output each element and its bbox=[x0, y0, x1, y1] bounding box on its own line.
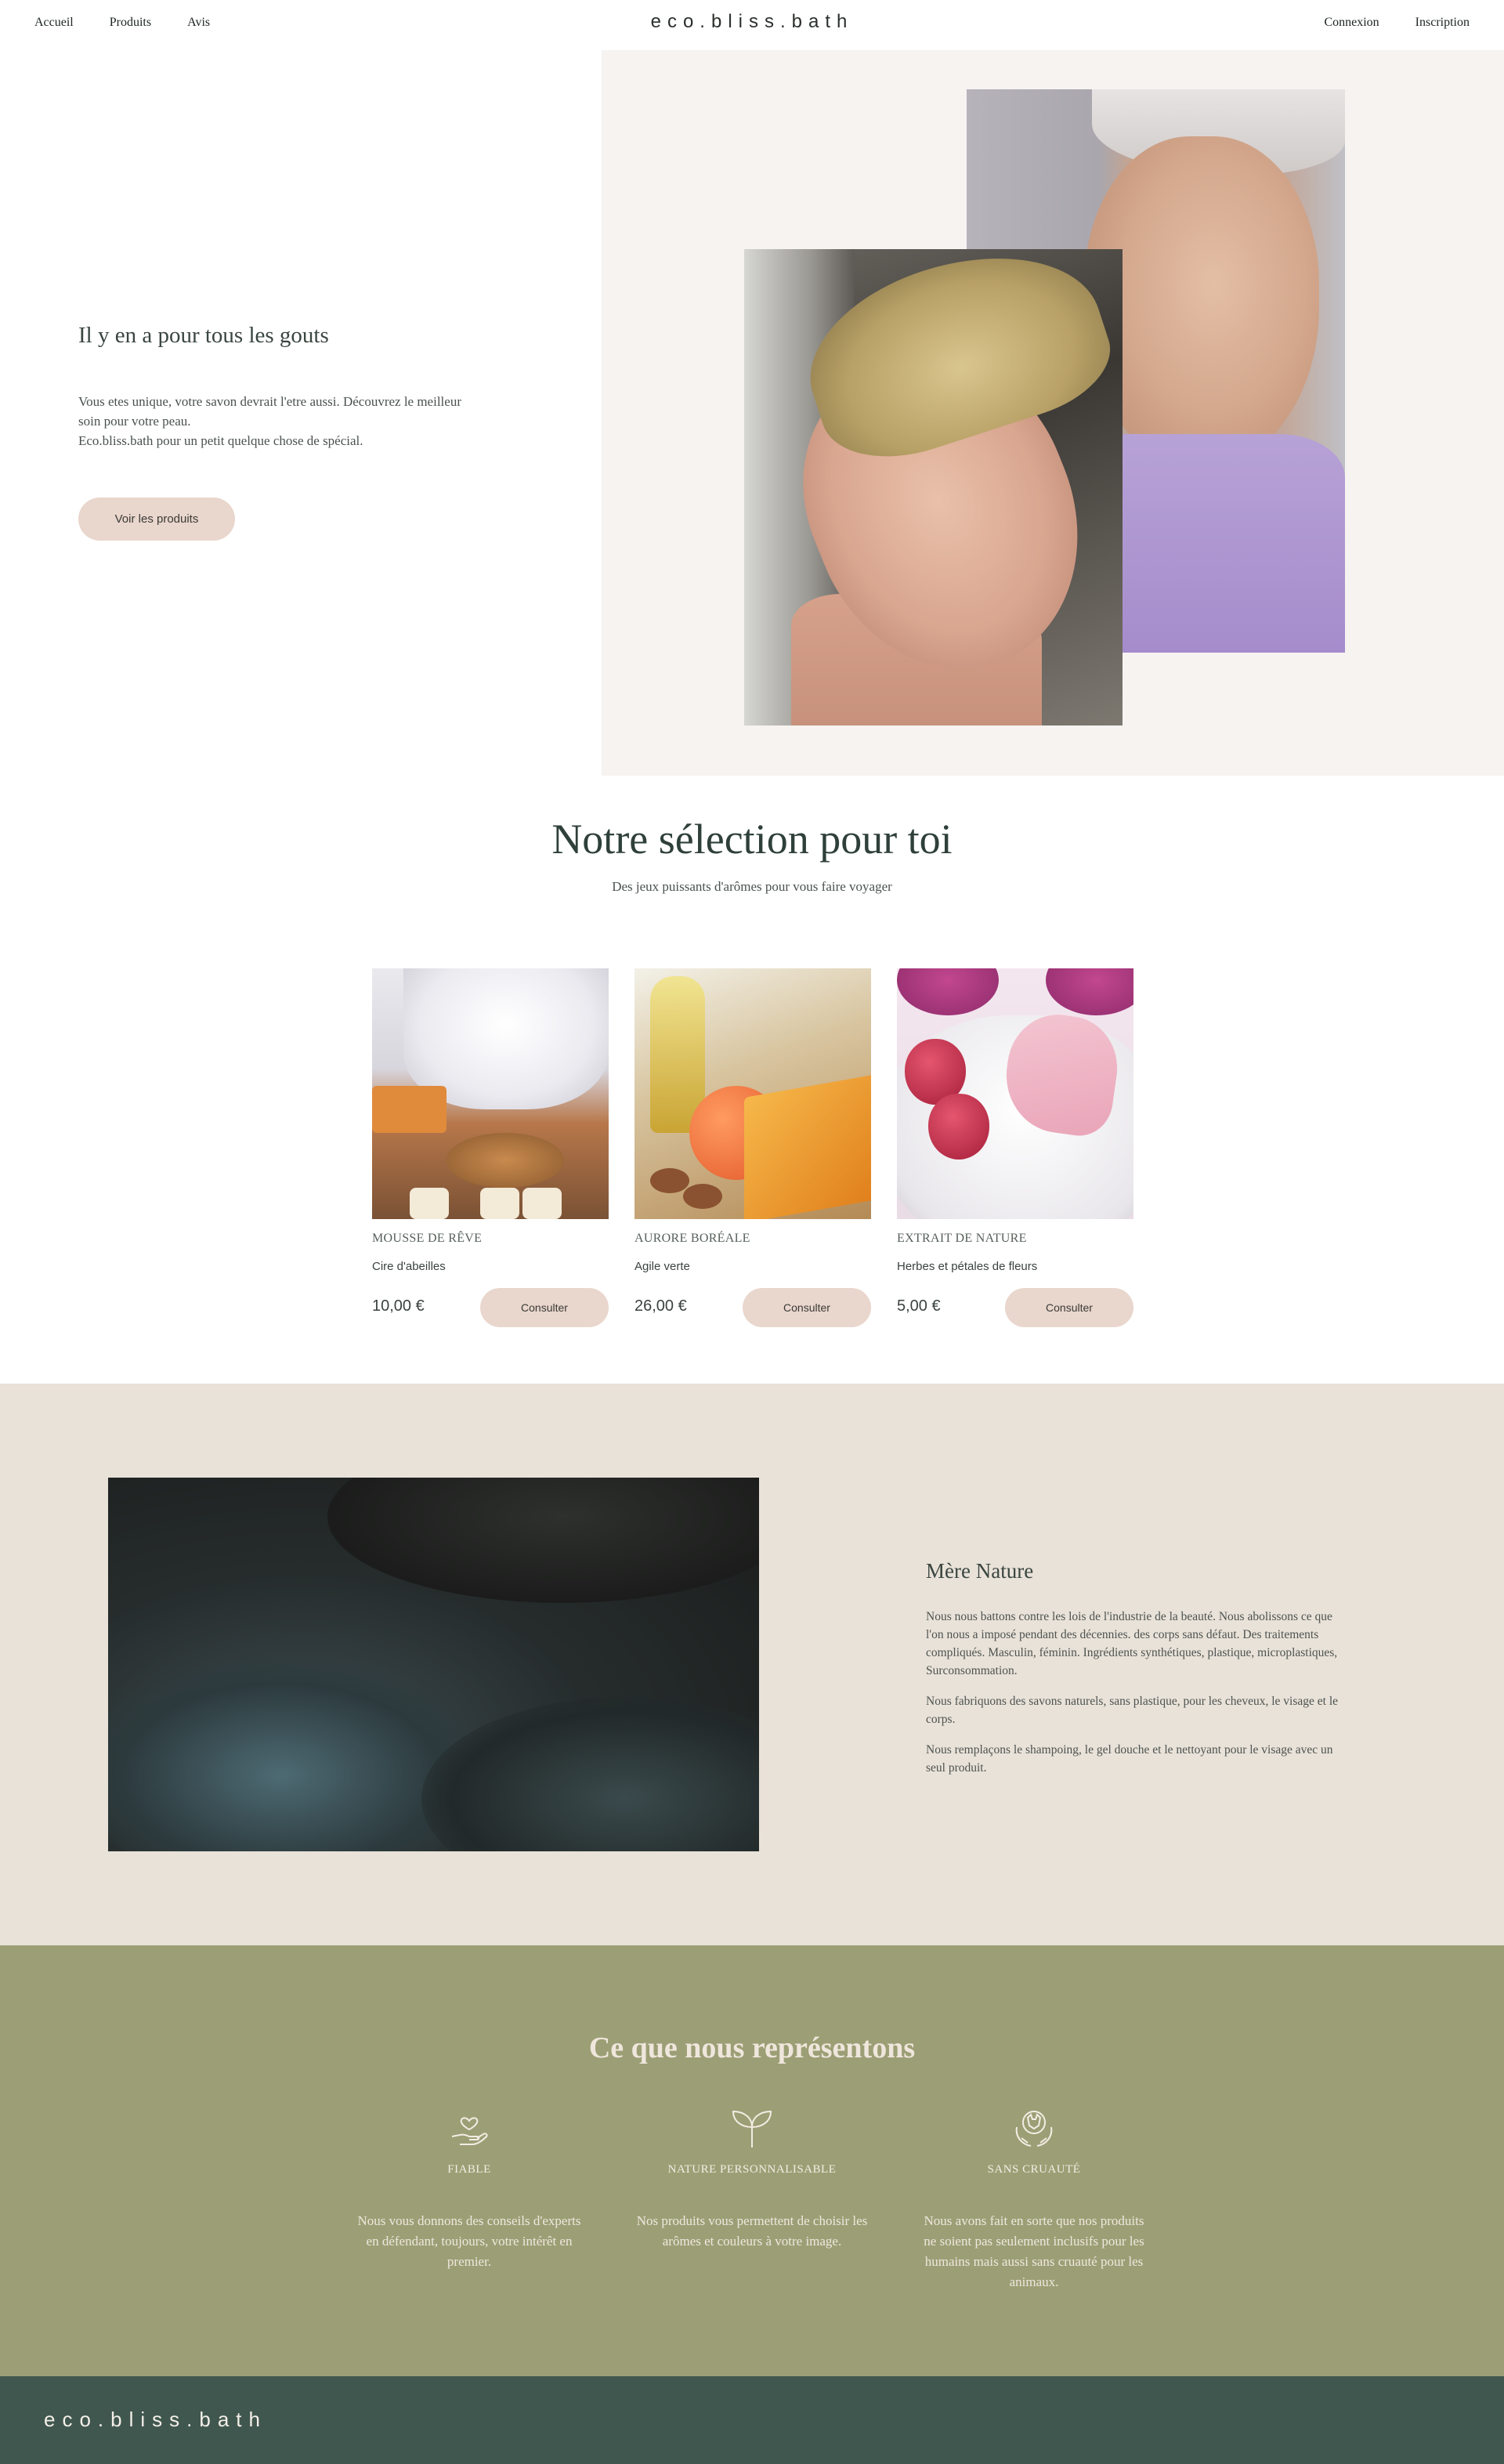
product-card: AURORE BORÉALE Agile verte 26,00 € Consu… bbox=[634, 968, 871, 1329]
consult-button[interactable]: Consulter bbox=[743, 1288, 871, 1327]
value-description: Nos produits vous permettent de choisir … bbox=[636, 2213, 868, 2249]
hero-text-line: Eco.bliss.bath pour un petit quelque cho… bbox=[78, 433, 363, 448]
hero-text-line: soin pour votre peau. bbox=[78, 414, 191, 429]
value-item: FIABLE Nous vous donnons des conseils d'… bbox=[352, 2104, 587, 2272]
product-image[interactable] bbox=[634, 968, 871, 1219]
hand-heart-icon bbox=[451, 2117, 488, 2145]
nature-paragraph: Nous fabriquons des savons naturels, san… bbox=[926, 1695, 1339, 1726]
nature-soil-image bbox=[108, 1478, 759, 1851]
product-card: EXTRAIT DE NATURE Herbes et pétales de f… bbox=[897, 968, 1133, 1329]
hero-photo-young-man bbox=[744, 249, 1123, 725]
value-description: Nous avons fait en sorte que nos produit… bbox=[924, 2213, 1144, 2289]
value-title: SANS CRUAUTÉ bbox=[987, 2163, 1081, 2176]
product-image[interactable] bbox=[897, 968, 1133, 1219]
footer-logo[interactable]: eco.bliss.bath bbox=[44, 2408, 267, 2432]
consult-button[interactable]: Consulter bbox=[1005, 1288, 1133, 1327]
hero-title: Il y en a pour tous les gouts bbox=[78, 323, 329, 348]
values-title: Ce que nous représentons bbox=[588, 2032, 916, 2064]
product-name: AURORE BORÉALE bbox=[634, 1232, 750, 1245]
top-navigation: Accueil Produits Avis eco.bliss.bath Con… bbox=[0, 0, 1504, 50]
selection-subtitle: Des jeux puissants d'arômes pour vous fa… bbox=[612, 879, 892, 894]
value-title: FIABLE bbox=[447, 2163, 491, 2176]
login-link[interactable]: Connexion bbox=[1324, 16, 1379, 30]
value-item: SANS CRUAUTÉ Nous avons fait en sorte qu… bbox=[916, 2104, 1152, 2292]
footer: eco.bliss.bath bbox=[0, 2376, 1504, 2464]
nature-title: Mère Nature bbox=[926, 1559, 1034, 1583]
product-name: EXTRAIT DE NATURE bbox=[897, 1232, 1027, 1245]
nature-text: Nous nous battons contre les lois de l'i… bbox=[926, 1608, 1352, 1789]
product-price: 26,00 € bbox=[634, 1297, 687, 1315]
product-name: MOUSSE DE RÊVE bbox=[372, 1232, 483, 1245]
cruelty-free-icon bbox=[1015, 2111, 1053, 2147]
product-image[interactable] bbox=[372, 968, 609, 1219]
hero-description: Vous etes unique, votre savon devrait l'… bbox=[78, 392, 517, 450]
nature-paragraph: Nous remplaçons le shampoing, le gel dou… bbox=[926, 1743, 1333, 1775]
value-description: Nous vous donnons des conseils d'experts… bbox=[357, 2213, 581, 2269]
product-description: Cire d'abeilles bbox=[372, 1260, 446, 1273]
product-price: 10,00 € bbox=[372, 1297, 425, 1315]
product-price: 5,00 € bbox=[897, 1297, 941, 1315]
value-item: NATURE PERSONNALISABLE Nos produits vous… bbox=[634, 2104, 870, 2252]
product-description: Agile verte bbox=[634, 1260, 690, 1273]
nature-paragraph: Nous nous battons contre les lois de l'i… bbox=[926, 1610, 1338, 1677]
site-logo[interactable]: eco.bliss.bath bbox=[0, 11, 1504, 33]
signup-link[interactable]: Inscription bbox=[1415, 16, 1470, 30]
sprout-icon bbox=[732, 2110, 772, 2147]
consult-button[interactable]: Consulter bbox=[480, 1288, 609, 1327]
hero-text-line: Vous etes unique, votre savon devrait l'… bbox=[78, 394, 461, 409]
selection-title: Notre sélection pour toi bbox=[551, 816, 953, 863]
value-title: NATURE PERSONNALISABLE bbox=[667, 2163, 837, 2176]
view-products-button[interactable]: Voir les produits bbox=[78, 498, 235, 541]
product-description: Herbes et pétales de fleurs bbox=[897, 1260, 1038, 1273]
auth-links: Connexion Inscription bbox=[1324, 16, 1470, 30]
product-card: MOUSSE DE RÊVE Cire d'abeilles 10,00 € C… bbox=[372, 968, 609, 1329]
